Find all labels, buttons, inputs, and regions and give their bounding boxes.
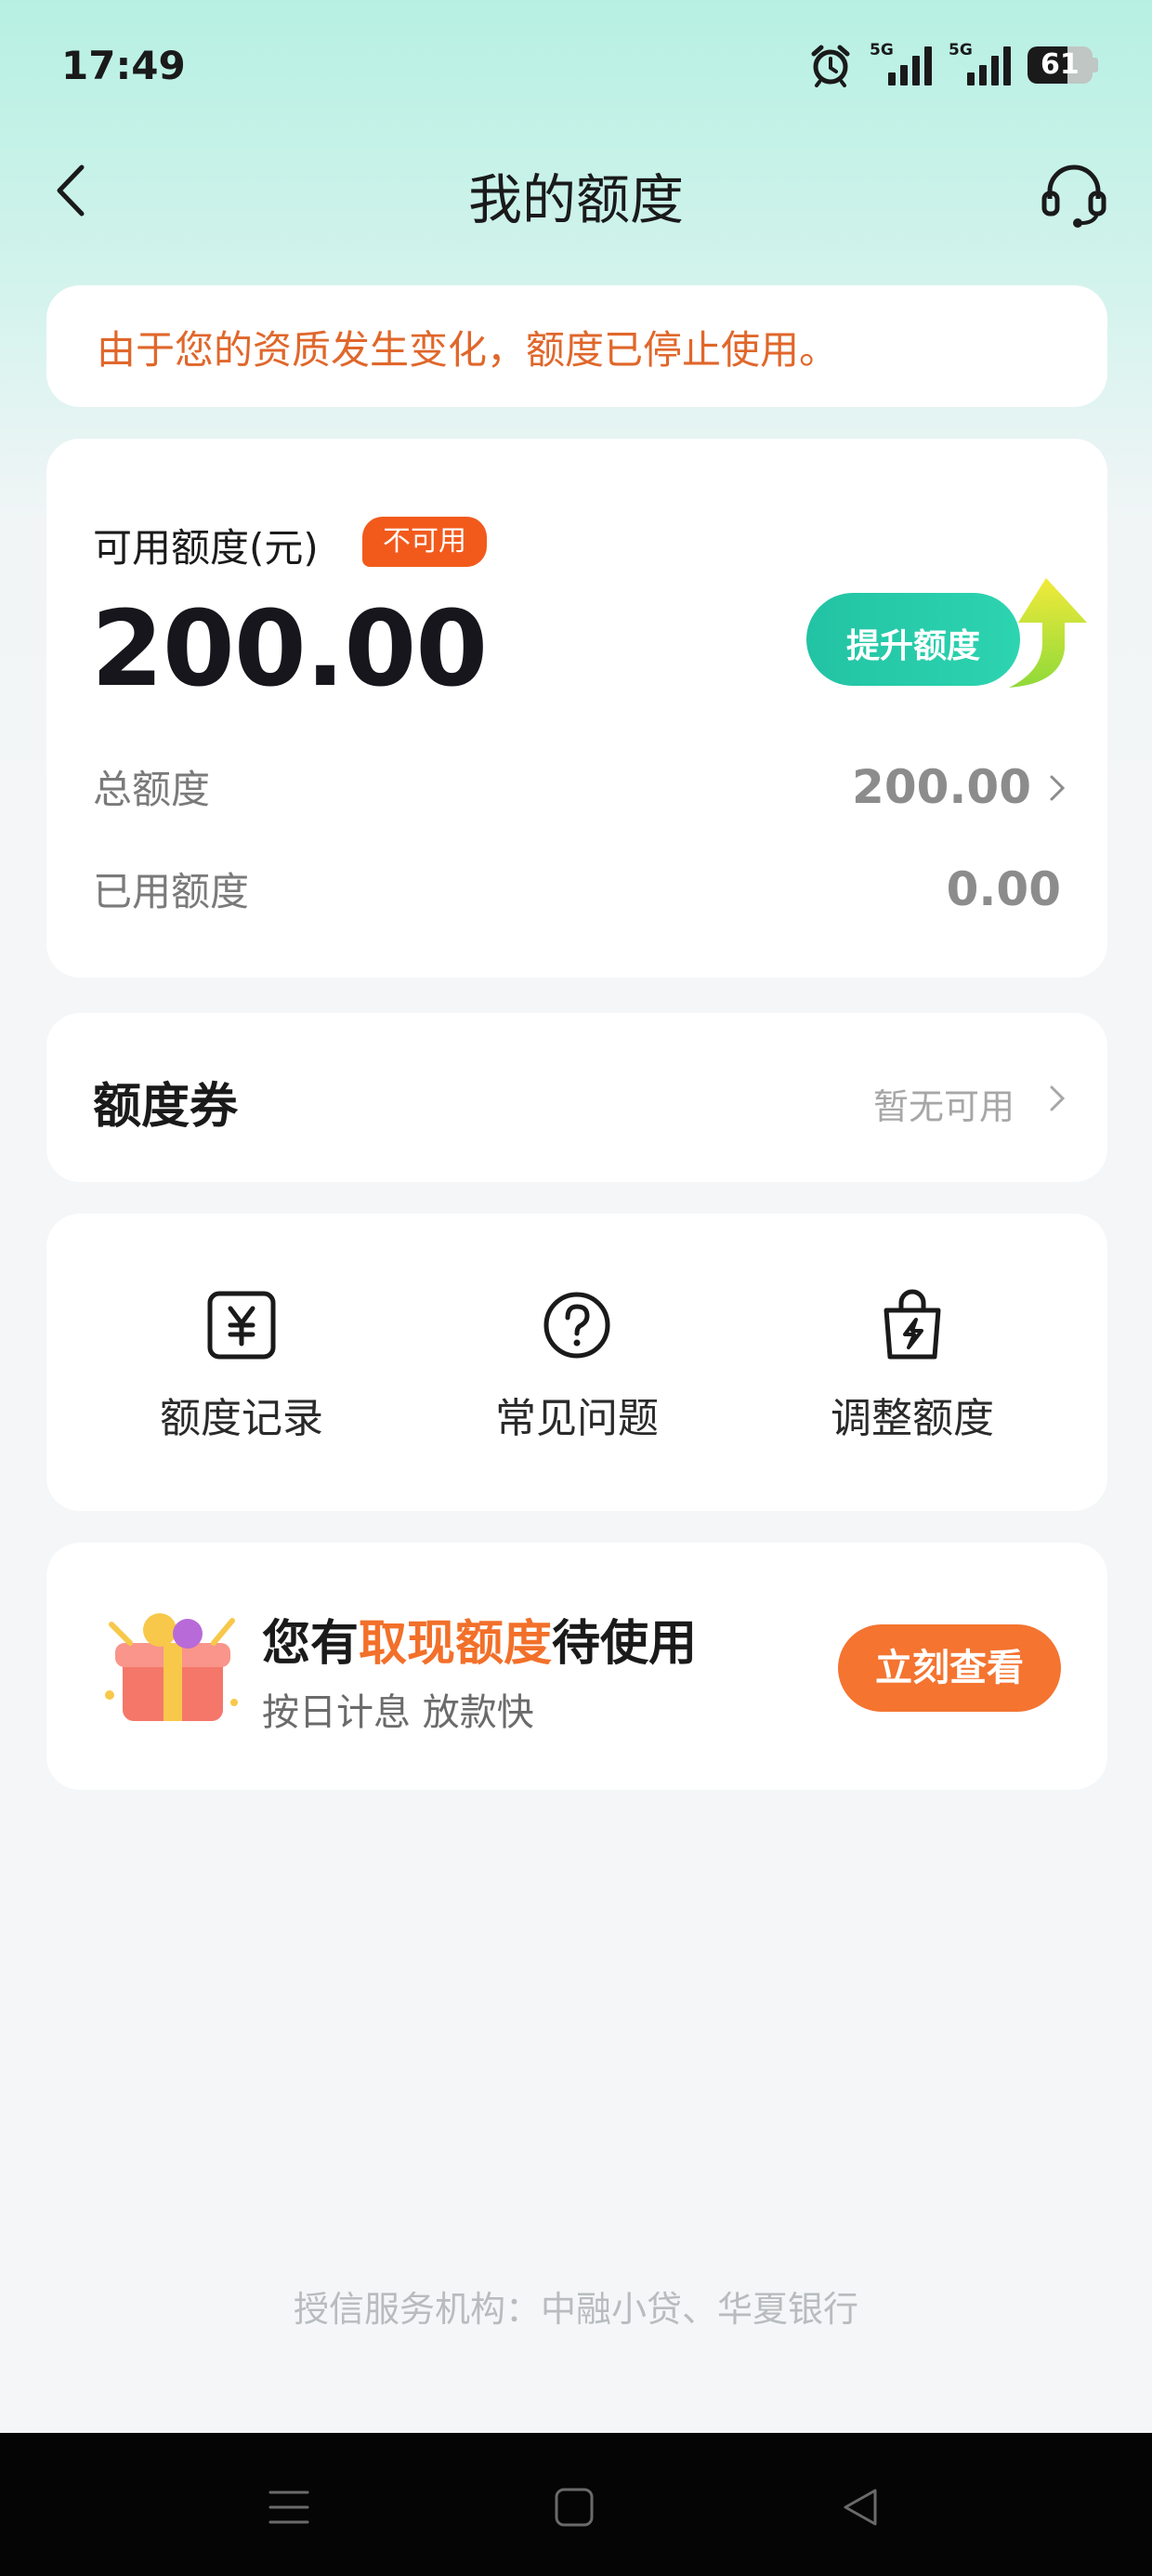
- lightning-bag-icon: [884, 1289, 941, 1360]
- headset-icon: [1041, 164, 1106, 228]
- quota-card: 可用额度(元) 不可用 200.00 提升额度 总额度 200.00 已用额度 …: [46, 439, 1107, 978]
- total-quota-value[interactable]: 200.00: [852, 760, 1031, 814]
- yen-receipt-icon: [207, 1291, 276, 1360]
- home-square-icon[interactable]: [548, 2481, 600, 2533]
- gift-box-icon: [105, 1613, 238, 1721]
- signal-5g-icon: 5G: [949, 41, 1011, 85]
- shortcut-faq[interactable]: 常见问题: [456, 1288, 698, 1474]
- app-header: 我的额度: [0, 139, 1152, 242]
- credit-institution-text: 授信服务机构：中融小贷、华夏银行: [293, 2289, 858, 2330]
- status-bar: 17:49 5G 5G 61: [0, 0, 1152, 139]
- status-icons: 5G 5G 61: [808, 37, 1098, 93]
- question-circle-icon: [543, 1292, 610, 1359]
- alarm-icon: [811, 45, 850, 87]
- shortcut-adjust-quota[interactable]: 调整额度: [792, 1288, 1033, 1474]
- notice-text: 由于您的资质发生变化，额度已停止使用。: [97, 327, 839, 373]
- total-quota-label: 总额度: [93, 767, 211, 812]
- available-quota-amount: 200.00: [91, 589, 488, 710]
- cash-quota-promo: 您有取现额度待使用 按日计息 放款快 立刻查看: [46, 1543, 1107, 1790]
- used-quota-label: 已用额度: [93, 869, 250, 914]
- chevron-right-icon: [1050, 775, 1066, 801]
- promo-title: 您有取现额度待使用: [262, 1616, 698, 1672]
- shortcut-label: 额度记录: [160, 1395, 323, 1442]
- menu-icon[interactable]: [263, 2481, 315, 2533]
- battery-icon: 61: [1028, 46, 1098, 84]
- shortcut-quota-records[interactable]: 额度记录: [121, 1288, 362, 1474]
- shortcut-label: 调整额度: [831, 1395, 994, 1442]
- coupon-title: 额度券: [93, 1079, 239, 1135]
- quota-coupon-row[interactable]: 额度券 暂无可用: [46, 1013, 1107, 1182]
- battery-level: 61: [1041, 48, 1080, 81]
- chevron-right-icon: [1050, 1085, 1066, 1111]
- raise-quota-label: 提升额度: [845, 627, 980, 665]
- signal-5g-icon: 5G: [870, 41, 932, 85]
- available-quota-label: 可用额度(元): [93, 525, 319, 571]
- status-time: 17:49: [61, 43, 186, 88]
- promo-highlight: 取现额度: [359, 1616, 553, 1672]
- back-triangle-icon[interactable]: [834, 2481, 886, 2533]
- page-title: 我的额度: [467, 168, 684, 231]
- notice-banner: 由于您的资质发生变化，额度已停止使用。: [46, 285, 1107, 407]
- customer-service-button[interactable]: [1037, 156, 1111, 230]
- status-badge: 不可用: [362, 517, 487, 567]
- used-quota-value: 0.00: [946, 862, 1061, 916]
- raise-quota-button[interactable]: 提升额度: [806, 578, 1087, 704]
- system-nav-bar: [0, 2433, 1152, 2576]
- shortcut-grid: 额度记录 常见问题 调整额度: [46, 1214, 1107, 1511]
- coupon-status: 暂无可用: [872, 1086, 1015, 1127]
- view-now-button[interactable]: 立刻查看: [838, 1624, 1061, 1712]
- promo-subtitle: 按日计息 放款快: [262, 1691, 534, 1734]
- shortcut-label: 常见问题: [495, 1395, 659, 1442]
